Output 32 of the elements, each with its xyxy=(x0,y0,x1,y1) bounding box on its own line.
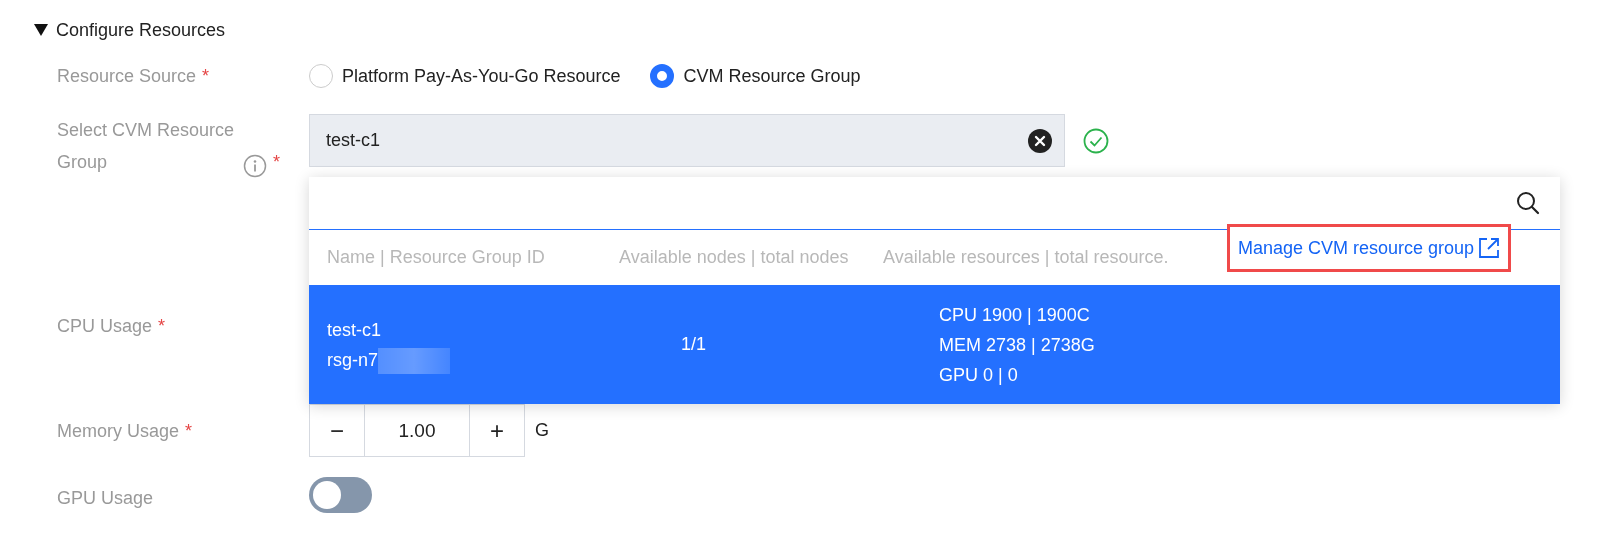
resource-line: CPU 1900 | 1900C xyxy=(939,303,1091,327)
node-count: 1/1 xyxy=(681,334,707,355)
number-stepper[interactable]: − 1.00 + xyxy=(309,404,525,457)
section-title: Configure Resources xyxy=(56,19,226,41)
field-label: CPU Usage xyxy=(57,316,153,336)
column-header: Available nodes | total nodes xyxy=(619,247,849,268)
column-header: Name | Resource Group ID xyxy=(327,247,545,268)
search-icon[interactable] xyxy=(1516,191,1540,215)
toggle-switch[interactable] xyxy=(309,477,372,513)
unit-label: G xyxy=(535,420,549,441)
radio-option[interactable]: Platform Pay-As-You-Go Resource xyxy=(309,64,621,88)
required-mark: * xyxy=(202,66,210,86)
group-name: test-c1 xyxy=(327,318,383,342)
field-label: Select CVM Resource Group xyxy=(57,119,236,174)
group-id: rsg-n7 xyxy=(327,349,379,370)
column-header: Available resources | total resource. xyxy=(883,247,1169,268)
required-mark: * xyxy=(273,151,280,174)
clear-icon[interactable] xyxy=(1028,128,1052,153)
field-label: Memory Usage xyxy=(57,420,180,441)
info-icon[interactable] xyxy=(243,154,267,178)
external-link-icon xyxy=(1478,237,1501,259)
resource-group-select[interactable]: test-c1 xyxy=(309,114,1065,167)
manage-link[interactable]: Manage CVM resource group xyxy=(1227,224,1512,272)
resource-line: MEM 2738 | 2738G xyxy=(939,333,1095,357)
resource-group-option[interactable]: test-c1 rsg-n7 1/1 CPU 1900 | 1900C MEM 2738 | 2738G GPU 0 | 0 xyxy=(309,285,1560,404)
radio-option[interactable]: CVM Resource Group xyxy=(650,64,861,88)
required-mark: * xyxy=(158,316,166,336)
field-label: Resource Source xyxy=(57,66,197,86)
collapse-caret-icon[interactable] xyxy=(34,24,48,36)
field-label: GPU Usage xyxy=(57,487,154,508)
resource-line: GPU 0 | 0 xyxy=(939,363,1019,387)
required-mark: * xyxy=(185,420,193,441)
